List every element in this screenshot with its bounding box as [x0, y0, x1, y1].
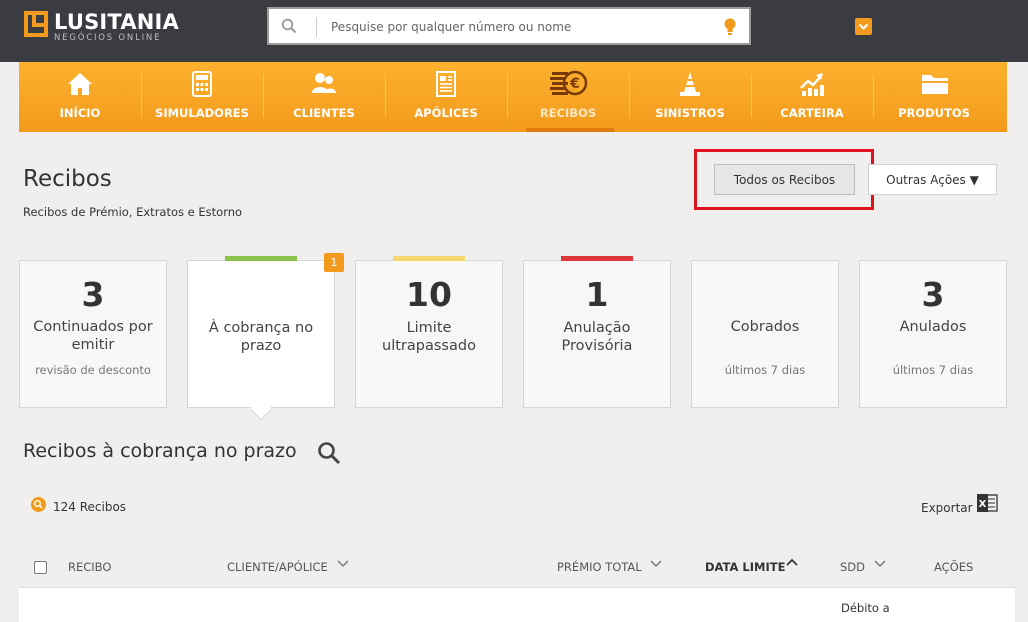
euro-coins-icon: € [550, 70, 588, 96]
chevron-down-icon[interactable] [650, 559, 662, 568]
nav-item-clientes[interactable]: CLIENTES [263, 62, 385, 132]
nav-item-carteira[interactable]: CARTEIRA [751, 62, 873, 132]
card-count: 1 [585, 275, 609, 314]
calculator-icon [192, 71, 212, 97]
card-cobranca-prazo[interactable]: À cobrança no prazo [187, 256, 335, 408]
search-icon[interactable] [281, 18, 297, 38]
notification-badge: 1 [324, 253, 344, 272]
folder-icon [922, 75, 948, 94]
card-count: 3 [921, 275, 945, 314]
card-continuados[interactable]: 3 Continuados por emitir revisão de desc… [19, 260, 167, 408]
card-limite-ultrapassado[interactable]: 10 Limite ultrapassado [355, 256, 503, 408]
filter-search-icon[interactable] [31, 497, 46, 512]
card-stripe [225, 256, 297, 261]
brand-logo[interactable]: LUSITANIA NEGÓCIOS ONLINE [24, 11, 179, 43]
nav-item-inicio[interactable]: INÍCIO [19, 62, 141, 132]
column-data-limite[interactable]: DATA LIMITE [705, 560, 785, 574]
chevron-up-icon[interactable] [786, 558, 798, 567]
card-anulados[interactable]: 3 Anulados últimos 7 dias [859, 260, 1007, 408]
select-all-checkbox[interactable] [34, 561, 47, 574]
nav-item-apolices[interactable]: APÓLICES [385, 62, 507, 132]
card-stripe [393, 256, 465, 261]
lightbulb-icon[interactable] [723, 17, 737, 41]
table-cell-sdd: Débito a [841, 601, 890, 615]
search-icon[interactable] [317, 441, 341, 465]
main-nav: INÍCIO SIMULADORES CLIENTES APÓLICES € R… [19, 62, 1007, 132]
document-icon [436, 71, 456, 97]
card-sublabel: últimos 7 dias [724, 363, 806, 377]
growth-chart-icon [800, 73, 824, 96]
brand-name: LUSITANIA [54, 10, 180, 34]
brand-subtitle: NEGÓCIOS ONLINE [54, 33, 162, 43]
receipts-count: 124 Recibos [53, 500, 127, 514]
section-title: Recibos à cobrança no prazo [23, 440, 297, 462]
home-icon [68, 73, 92, 95]
page-title: Recibos [23, 166, 112, 192]
card-label: Continuados por emitir [33, 319, 153, 353]
chevron-down-icon [858, 23, 869, 30]
nav-item-produtos[interactable]: PRODUTOS [873, 62, 995, 132]
search-input[interactable] [331, 17, 711, 37]
card-label: Anulação Provisória [561, 320, 633, 354]
page-subtitle: Recibos de Prémio, Extratos e Estorno [23, 205, 243, 219]
card-stripe [561, 256, 633, 261]
traffic-cone-icon [680, 72, 700, 96]
column-sdd[interactable]: SDD [840, 560, 865, 574]
column-recibo[interactable]: RECIBO [68, 560, 111, 574]
column-premio-total[interactable]: PRÉMIO TOTAL [557, 560, 642, 574]
users-icon [312, 73, 336, 93]
nav-item-simuladores[interactable]: SIMULADORES [141, 62, 263, 132]
nav-item-sinistros[interactable]: SINISTROS [629, 62, 751, 132]
card-anulacao-provisoria[interactable]: 1 Anulação Provisória [523, 256, 671, 408]
card-count: 10 [406, 275, 452, 314]
user-menu-dropdown[interactable] [855, 18, 872, 35]
svg-text:€: € [569, 76, 580, 92]
svg-text:X: X [979, 499, 987, 510]
search-divider [316, 17, 317, 37]
top-bar: LUSITANIA NEGÓCIOS ONLINE [0, 0, 1028, 62]
logo-mark-icon [24, 11, 48, 37]
card-sublabel: revisão de desconto [35, 363, 151, 377]
search-box [267, 7, 751, 45]
card-label: Anulados [899, 319, 967, 335]
card-label: À cobrança no prazo [208, 320, 314, 354]
card-label: Limite ultrapassado [382, 320, 476, 354]
nav-item-recibos[interactable]: € RECIBOS [507, 62, 629, 132]
export-button[interactable]: Exportar [921, 501, 973, 515]
card-cobrados[interactable]: Cobrados últimos 7 dias [691, 260, 839, 408]
other-actions-button[interactable]: Outras Ações ▼ [868, 164, 997, 195]
column-acoes: AÇÕES [934, 560, 974, 574]
chevron-down-icon[interactable] [337, 559, 349, 568]
card-count: 3 [81, 275, 105, 314]
chevron-down-icon[interactable] [874, 559, 886, 568]
all-receipts-button[interactable]: Todos os Recibos [714, 164, 855, 195]
column-cliente-apolice[interactable]: CLIENTE/APÓLICE [227, 560, 328, 574]
card-label: Cobrados [730, 319, 800, 335]
card-sublabel: últimos 7 dias [892, 363, 974, 377]
excel-icon[interactable]: X [976, 493, 998, 513]
